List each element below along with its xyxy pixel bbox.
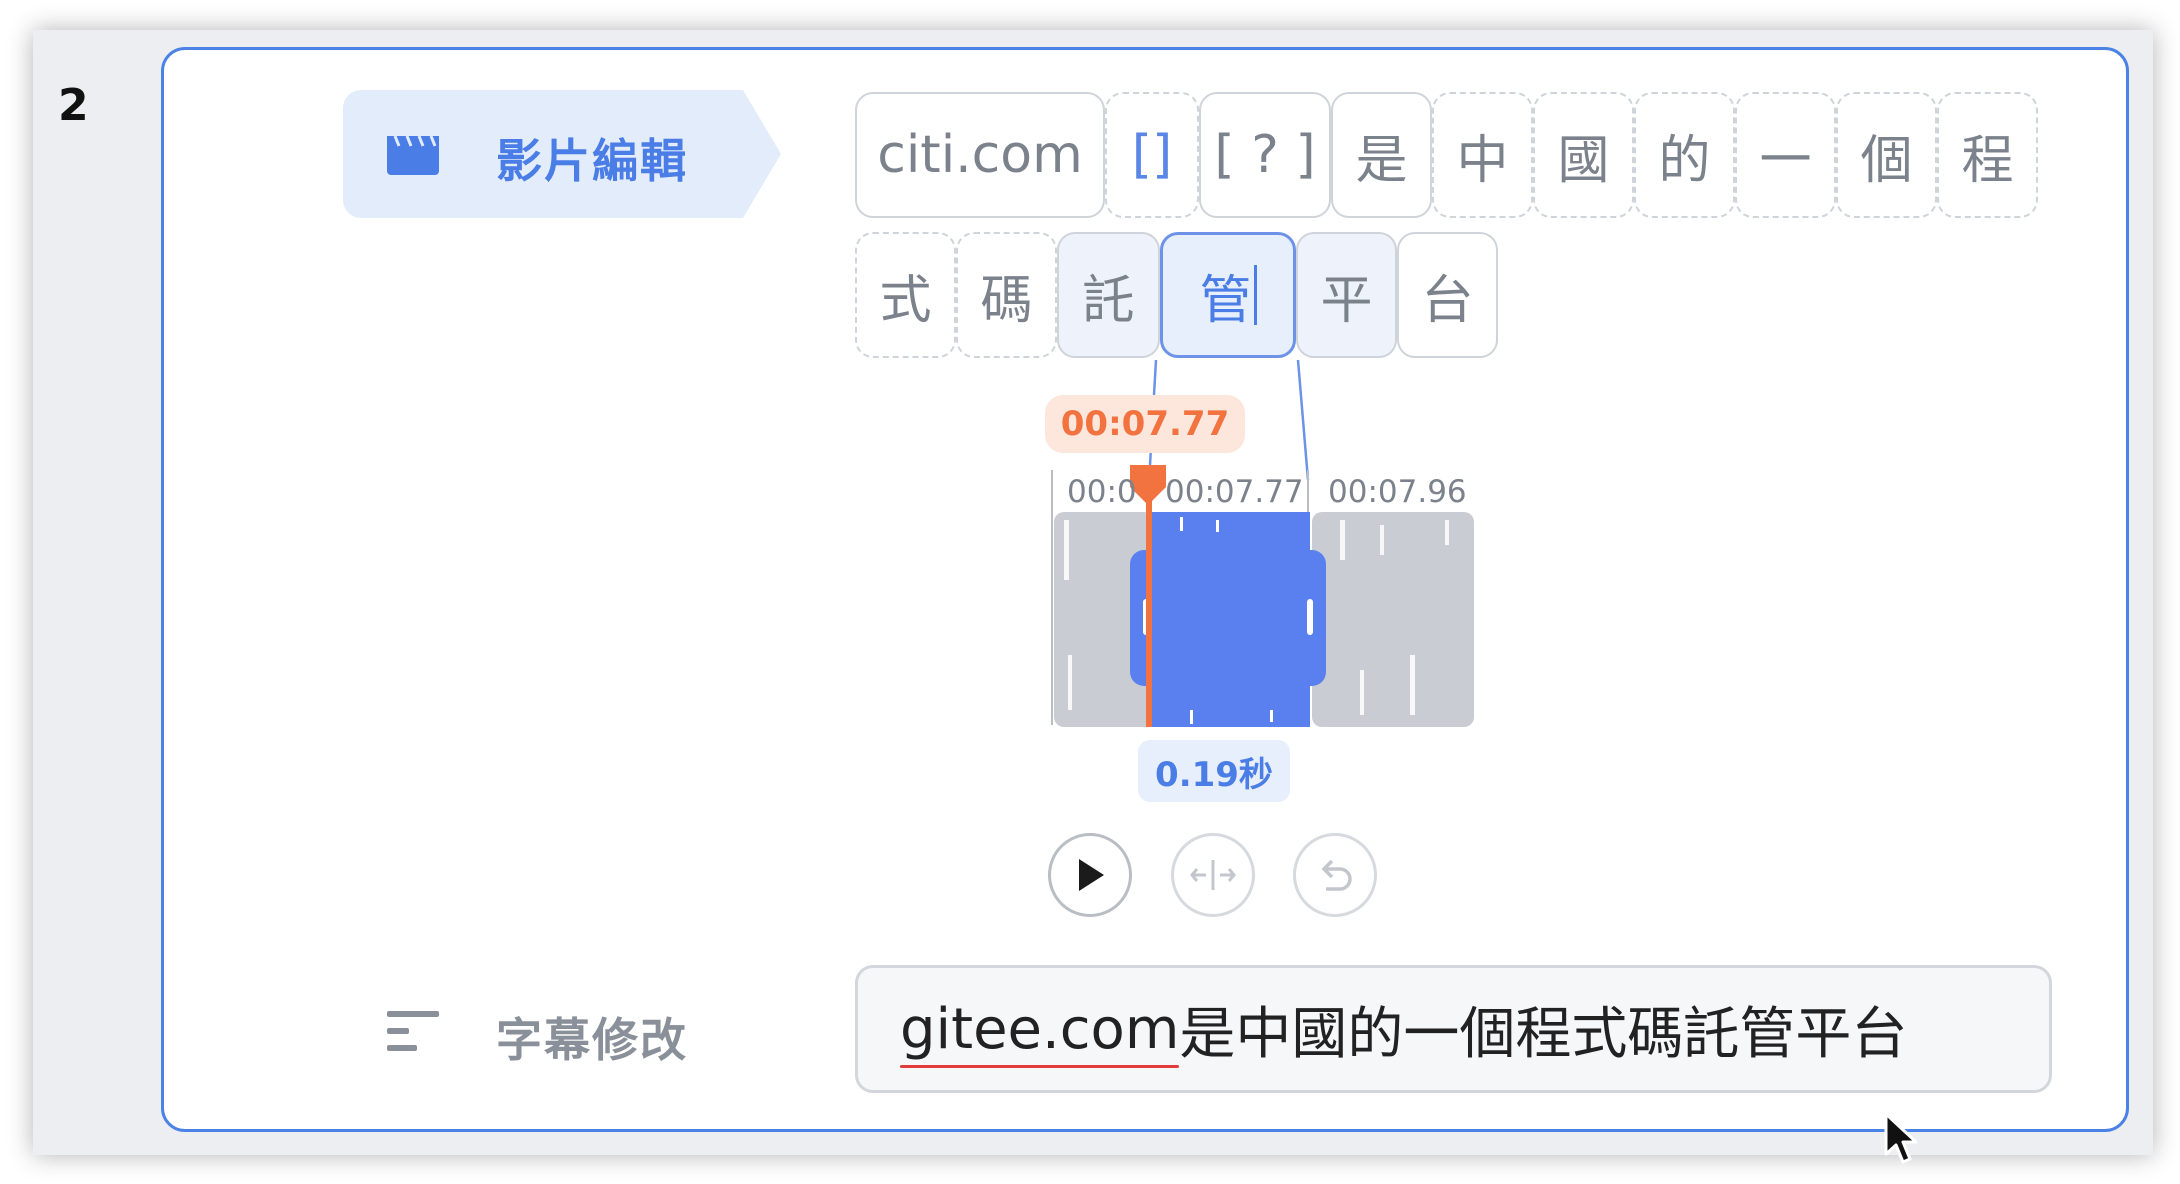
split-button[interactable] — [1171, 833, 1255, 917]
tick-label: 00:0 — [1067, 474, 1137, 510]
clapperboard-icon — [387, 135, 439, 175]
tab-video-edit-label: 影片編輯 — [496, 134, 688, 188]
tick-label: 00:07.77 — [1165, 474, 1304, 510]
subtitle-text-input[interactable]: gitee.com 是中國的一個程式碼託管平台 — [855, 965, 2052, 1093]
tab-subtitle-edit-label[interactable]: 字幕修改 — [496, 1004, 688, 1070]
token-chip[interactable]: 個 — [1836, 92, 1937, 218]
row-number: 2 — [58, 80, 89, 131]
subtitle-rest-text: 是中國的一個程式碼託管平台 — [1179, 1001, 1908, 1067]
text-caret — [1253, 265, 1257, 325]
token-chip[interactable]: 平 — [1296, 232, 1397, 358]
token-chip[interactable]: 是 — [1331, 92, 1432, 218]
token-chip[interactable]: 國 — [1533, 92, 1634, 218]
token-chip[interactable]: 台 — [1397, 232, 1498, 358]
token-chip[interactable]: [] — [1105, 92, 1199, 218]
mouse-cursor-icon — [1884, 1112, 1918, 1164]
undo-icon — [1321, 859, 1352, 891]
token-chip[interactable]: 託 — [1057, 232, 1160, 358]
playhead-time-badge: 00:07.77 — [1045, 395, 1245, 453]
token-chip[interactable]: 中 — [1432, 92, 1533, 218]
undo-button[interactable] — [1293, 833, 1377, 917]
subtitle-lines-icon — [387, 1011, 439, 1051]
token-chip[interactable]: 碼 — [956, 232, 1057, 358]
split-icon — [1190, 860, 1236, 890]
token-chip[interactable]: citi.com — [855, 92, 1105, 218]
play-button[interactable] — [1048, 833, 1132, 917]
token-chip[interactable]: 式 — [855, 232, 956, 358]
subtitle-first-word: gitee.com — [900, 996, 1180, 1068]
token-chip[interactable]: [ ? ] — [1199, 92, 1331, 218]
tick-label: 00:07.96 — [1328, 474, 1467, 510]
token-selected-text: 管 — [1199, 270, 1252, 331]
segment-duration-badge: 0.19秒 — [1138, 740, 1290, 802]
play-icon — [1079, 859, 1104, 891]
token-chip-selected[interactable]: 管 — [1160, 232, 1296, 358]
token-chip[interactable]: 一 — [1735, 92, 1836, 218]
token-chip[interactable]: 的 — [1634, 92, 1735, 218]
token-chip[interactable]: 程 — [1937, 92, 2038, 218]
